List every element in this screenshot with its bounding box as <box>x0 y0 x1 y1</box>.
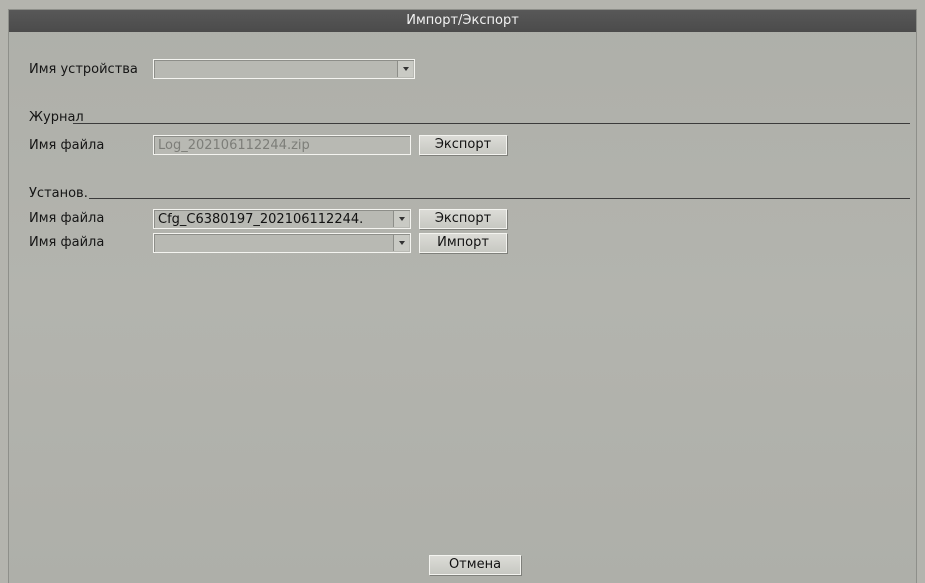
journal-file-field: Log_202106112244.zip <box>153 135 411 155</box>
dialog-title: Импорт/Экспорт <box>9 10 916 32</box>
journal-export-button[interactable]: Экспорт <box>419 135 507 155</box>
device-select[interactable] <box>153 59 415 79</box>
journal-divider <box>73 123 910 124</box>
chevron-down-icon[interactable] <box>393 211 409 227</box>
device-name-label: Имя устройства <box>29 62 138 77</box>
import-export-dialog: Импорт/Экспорт Имя устройства Журнал Имя… <box>9 10 916 583</box>
settings-export-file-label: Имя файла <box>29 211 105 226</box>
settings-import-button[interactable]: Импорт <box>419 233 507 253</box>
settings-export-file-select[interactable]: Cfg_C6380197_202106112244. <box>153 209 411 229</box>
settings-import-file-select[interactable] <box>153 233 411 253</box>
settings-export-button[interactable]: Экспорт <box>419 209 507 229</box>
journal-file-label: Имя файла <box>29 138 105 153</box>
settings-divider <box>89 198 910 199</box>
settings-export-file-value: Cfg_C6380197_202106112244. <box>158 212 364 227</box>
chevron-down-icon[interactable] <box>397 61 413 77</box>
journal-file-value: Log_202106112244.zip <box>158 138 310 153</box>
chevron-down-icon[interactable] <box>393 235 409 251</box>
cancel-button[interactable]: Отмена <box>429 555 521 575</box>
settings-section-title: Установ. <box>29 186 88 201</box>
settings-import-file-label: Имя файла <box>29 235 105 250</box>
